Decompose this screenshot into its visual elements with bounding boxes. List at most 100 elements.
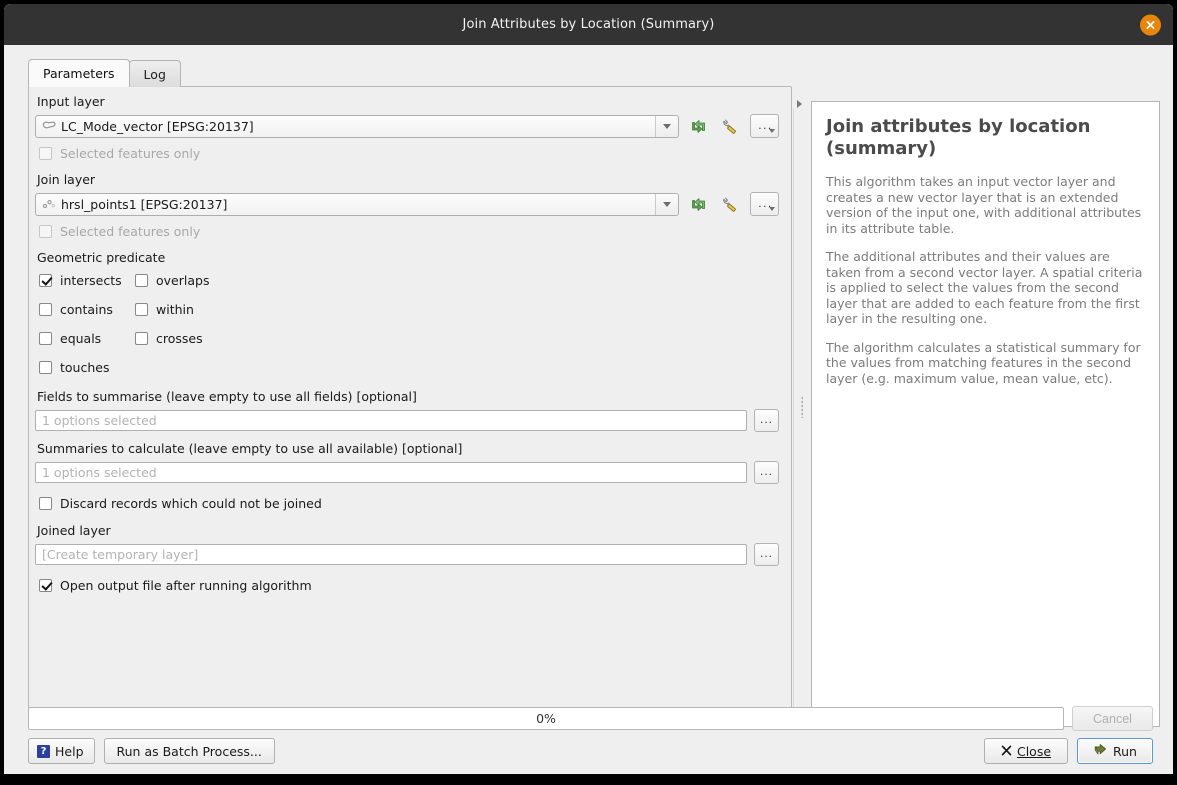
predicate-crosses-label: crosses — [156, 331, 203, 346]
predicate-within-checkbox[interactable] — [135, 303, 148, 316]
join-layer-wrench-icon[interactable] — [718, 192, 743, 216]
predicate-contains-label: contains — [60, 302, 113, 317]
predicate-within[interactable]: within — [135, 302, 779, 317]
help-paragraph-3: The algorithm calculates a statistical s… — [826, 339, 1141, 386]
dialog-window: Join Attributes by Location (Summary) Pa… — [4, 4, 1173, 774]
collapse-panel-icon[interactable] — [797, 100, 802, 108]
footer-buttons-row: ? Help Run as Batch Process... Close Run — [28, 738, 1153, 764]
chevron-down-icon — [769, 207, 775, 211]
predicate-equals-checkbox[interactable] — [39, 332, 52, 345]
input-layer-dropdown-arrow[interactable] — [655, 115, 678, 137]
predicate-overlaps-label: overlaps — [156, 273, 210, 288]
predicate-intersects-label: intersects — [60, 273, 122, 288]
discard-records-checkbox[interactable] — [39, 497, 52, 510]
predicate-equals[interactable]: equals — [39, 331, 135, 346]
tab-parameters-label: Parameters — [43, 66, 115, 81]
predicate-touches[interactable]: touches — [39, 360, 135, 375]
predicate-touches-checkbox[interactable] — [39, 361, 52, 374]
window-title: Join Attributes by Location (Summary) — [462, 17, 715, 32]
algorithm-help-panel: Join attributes by location (summary) Th… — [811, 101, 1160, 727]
join-layer-combo[interactable]: hrsl_points1 [EPSG:20137] — [35, 192, 679, 216]
summaries-to-calculate-browse-button[interactable]: ... — [754, 461, 779, 484]
run-as-batch-button[interactable]: Run as Batch Process... — [103, 738, 275, 764]
run-as-batch-label: Run as Batch Process... — [116, 743, 262, 759]
tab-log[interactable]: Log — [128, 60, 181, 87]
join-layer-dropdown-arrow[interactable] — [655, 193, 678, 215]
joined-layer-input[interactable]: [Create temporary layer] — [35, 544, 747, 565]
input-layer-row: LC_Mode_vector [EPSG:20137] ... — [35, 114, 779, 138]
input-selected-features-only-checkbox — [39, 147, 52, 160]
join-layer-browse-button[interactable]: ... — [750, 192, 779, 216]
fields-to-summarise-browse-button[interactable]: ... — [754, 409, 779, 432]
close-icon[interactable] — [1140, 14, 1161, 35]
point-layer-icon — [42, 198, 56, 210]
help-paragraph-1: This algorithm takes an input vector lay… — [826, 174, 1142, 236]
x-icon — [1001, 744, 1012, 759]
help-paragraph-2: The additional attributes and their valu… — [826, 249, 1143, 326]
predicate-intersects[interactable]: intersects — [39, 273, 135, 288]
run-button[interactable]: Run — [1077, 738, 1153, 764]
chevron-down-icon — [769, 129, 775, 133]
summaries-to-calculate-input[interactable]: 1 options selected — [35, 462, 747, 483]
help-button[interactable]: ? Help — [28, 738, 95, 764]
input-selected-features-only-label: Selected features only — [60, 146, 201, 161]
joined-layer-browse-button[interactable]: ... — [754, 543, 779, 566]
predicate-touches-label: touches — [60, 360, 110, 375]
join-selected-features-only-checkbox — [39, 225, 52, 238]
join-layer-label: Join layer — [37, 172, 96, 187]
cancel-button: Cancel — [1072, 706, 1153, 731]
tab-log-label: Log — [143, 66, 166, 82]
join-layer-value: hrsl_points1 [EPSG:20137] — [61, 196, 228, 212]
polygon-layer-icon — [42, 120, 56, 132]
run-button-label: Run — [1113, 743, 1137, 759]
input-layer-combo[interactable]: LC_Mode_vector [EPSG:20137] — [35, 114, 679, 138]
join-layer-refresh-icon[interactable] — [686, 192, 711, 216]
discard-records-label: Discard records which could not be joine… — [60, 496, 322, 511]
join-selected-features-only-label: Selected features only — [60, 224, 201, 239]
close-button[interactable]: Close — [984, 738, 1068, 764]
predicate-within-label: within — [156, 302, 194, 317]
open-output-row[interactable]: Open output file after running algorithm — [39, 578, 779, 593]
footer-bar: 0% Cancel ? Help Run as Batch Process... — [4, 686, 1173, 774]
predicate-contains-checkbox[interactable] — [39, 303, 52, 316]
predicate-crosses[interactable]: crosses — [135, 331, 779, 346]
fields-to-summarise-input[interactable]: 1 options selected — [35, 410, 747, 431]
parameters-pane: Input layer LC_Mode_vector [EPSG:20137] — [28, 86, 792, 727]
predicate-overlaps[interactable]: overlaps — [135, 273, 779, 288]
input-layer-wrench-icon[interactable] — [718, 114, 743, 138]
summaries-to-calculate-row: 1 options selected ... — [35, 461, 779, 484]
predicate-overlaps-checkbox[interactable] — [135, 274, 148, 287]
joined-layer-label: Joined layer — [37, 523, 111, 538]
input-layer-refresh-icon[interactable] — [686, 114, 711, 138]
predicate-contains[interactable]: contains — [39, 302, 135, 317]
fields-to-summarise-row: 1 options selected ... — [35, 409, 779, 432]
predicate-intersects-checkbox[interactable] — [39, 274, 52, 287]
run-arrow-icon — [1093, 743, 1108, 760]
splitter-line — [793, 108, 794, 727]
geometric-predicate-label: Geometric predicate — [37, 250, 166, 265]
help-button-label: Help — [55, 743, 84, 759]
input-layer-browse-button[interactable]: ... — [750, 114, 779, 138]
summaries-to-calculate-label: Summaries to calculate (leave empty to u… — [37, 441, 463, 456]
geometric-predicate-group: intersects overlaps contains within equa… — [39, 273, 779, 375]
open-output-label: Open output file after running algorithm — [60, 578, 312, 593]
close-button-label: Close — [1016, 743, 1052, 759]
splitter-grip[interactable] — [801, 396, 803, 418]
tab-bar: Parameters Log — [28, 59, 181, 87]
predicate-equals-label: equals — [60, 331, 102, 346]
progress-bar: 0% — [28, 707, 1064, 730]
progress-text: 0% — [536, 711, 556, 726]
discard-records-row[interactable]: Discard records which could not be joine… — [39, 496, 779, 511]
join-layer-row: hrsl_points1 [EPSG:20137] ... — [35, 192, 779, 216]
fields-to-summarise-label: Fields to summarise (leave empty to use … — [37, 389, 417, 404]
joined-layer-row: [Create temporary layer] ... — [35, 543, 779, 566]
input-layer-value: LC_Mode_vector [EPSG:20137] — [61, 118, 254, 134]
question-mark-icon: ? — [37, 744, 50, 758]
input-selected-features-only-row: Selected features only — [39, 146, 779, 161]
panel-splitter[interactable] — [793, 86, 811, 727]
progress-row: 0% Cancel — [28, 706, 1153, 731]
predicate-crosses-checkbox[interactable] — [135, 332, 148, 345]
help-title: Join attributes by location (summary) — [826, 116, 1091, 159]
open-output-checkbox[interactable] — [39, 579, 52, 592]
tab-parameters[interactable]: Parameters — [28, 59, 130, 87]
